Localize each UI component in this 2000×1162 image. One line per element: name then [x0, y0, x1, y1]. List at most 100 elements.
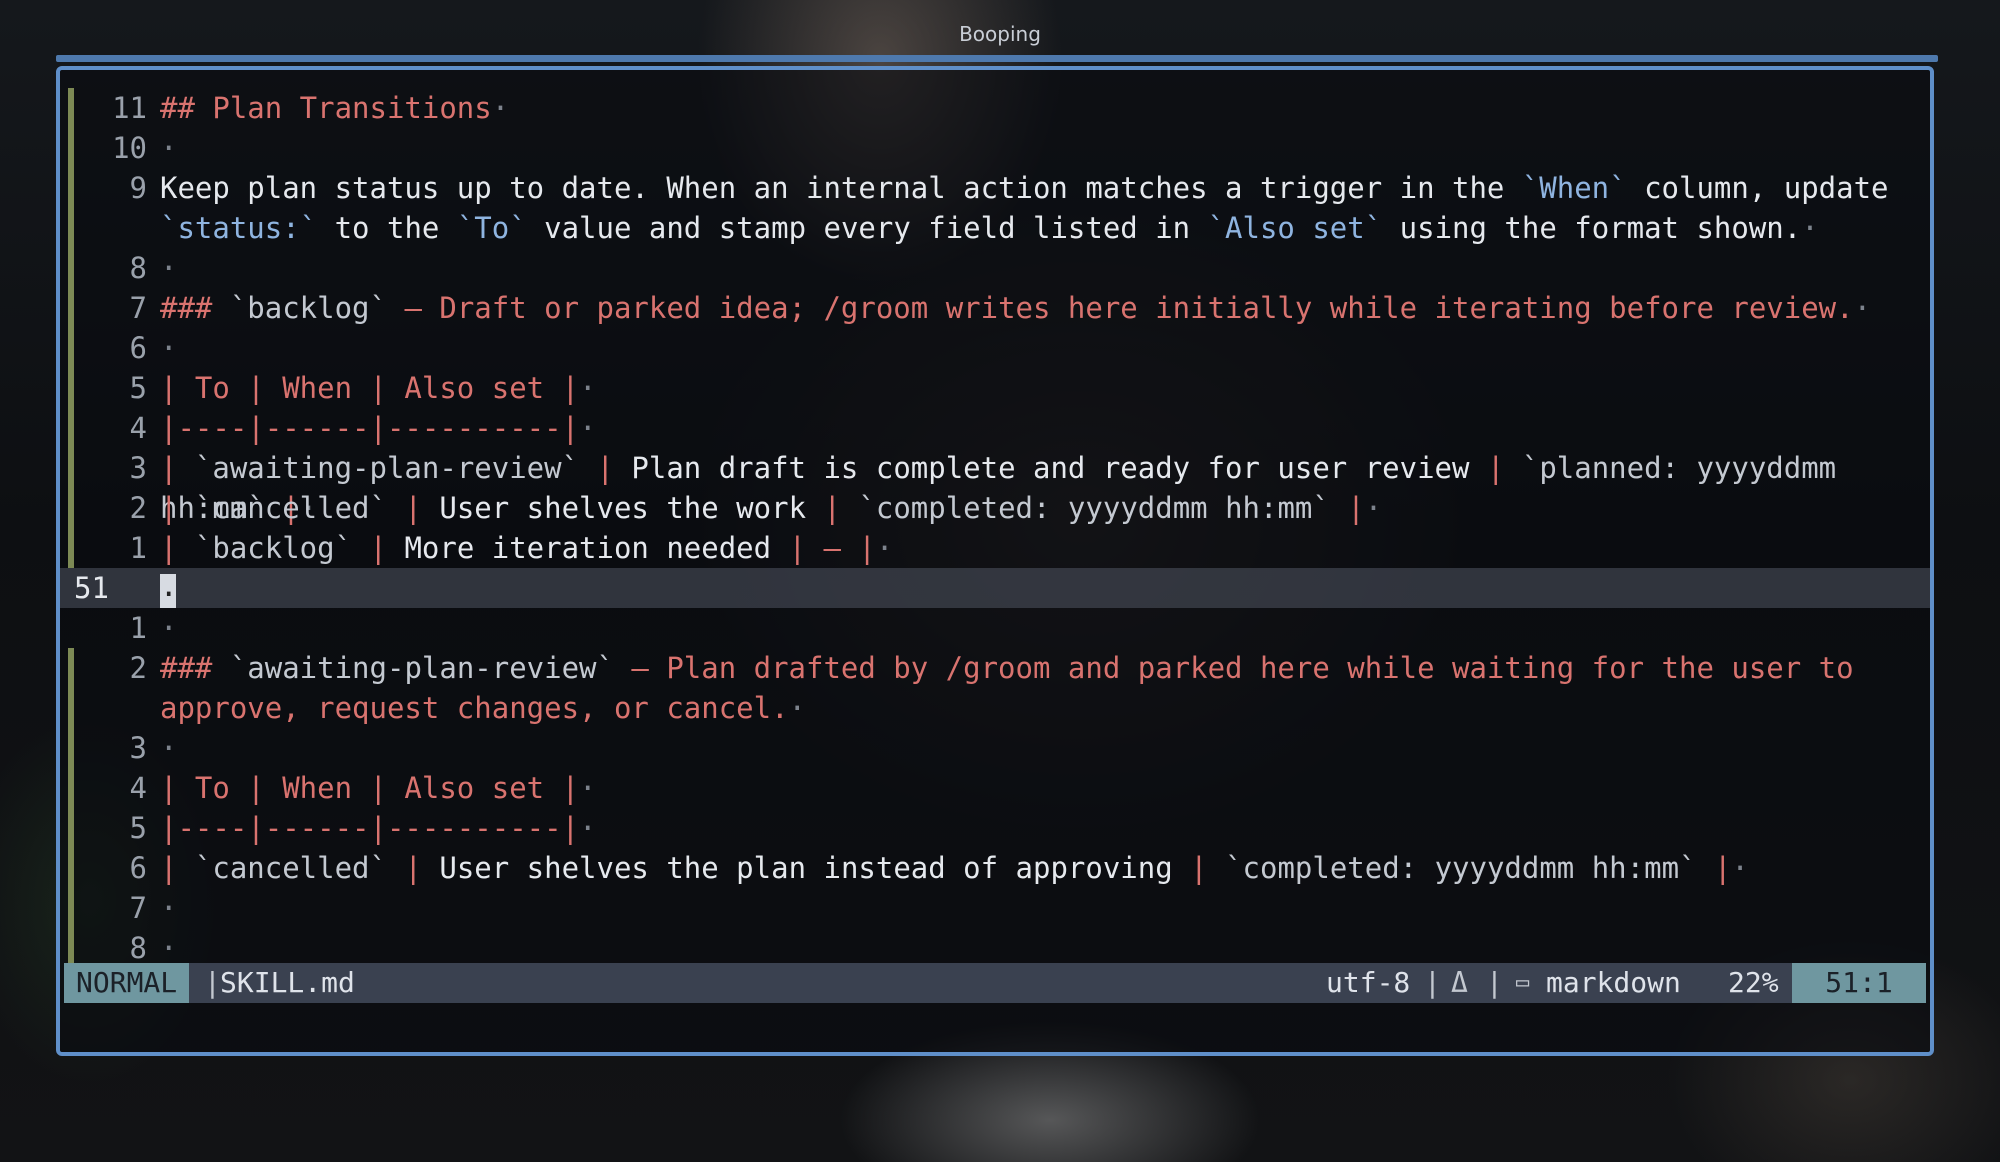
text-span: · — [579, 371, 597, 405]
editor-line[interactable]: 7 ### `backlog` — Draft or parked idea; /… — [60, 288, 1930, 328]
editor-line[interactable]: 2 | `cancelled` | User shelves the work |… — [60, 488, 1930, 528]
text-span: | To | When | Also set | — [160, 771, 580, 805]
editor-line[interactable]: 5 |----|------|----------|· — [60, 808, 1930, 848]
line-content[interactable]: | `cancelled` | User shelves the work | … — [160, 488, 1910, 528]
line-content[interactable]: ### `awaiting-plan-review` — Plan drafte… — [160, 648, 1910, 728]
line-content[interactable]: | To | When | Also set |· — [160, 368, 1910, 408]
terminal-window[interactable]: 11 ## Plan Transitions· 10 · 9 Keep plan stat… — [56, 66, 1934, 1056]
line-content[interactable]: |----|------|----------|· — [160, 408, 1910, 448]
current-line[interactable]: 51 · — [60, 568, 1930, 611]
line-number: 1 — [129, 531, 147, 565]
editor-buffer[interactable]: 11 ## Plan Transitions· 10 · 9 Keep plan stat… — [60, 88, 1930, 968]
line-content[interactable]: · — [160, 568, 1910, 611]
text-span: `When` — [1521, 171, 1627, 205]
statusline: NORMAL | SKILL.md utf-8 | Δ | ▭ markdown… — [64, 963, 1926, 1003]
text-span: column, update — [1626, 171, 1906, 205]
text-span: | — [160, 531, 195, 565]
line-content[interactable]: · — [160, 928, 1910, 968]
text-span: More iteration needed — [404, 531, 772, 565]
text-span: · — [160, 891, 178, 925]
editor-line[interactable]: 1 · — [60, 608, 1930, 648]
text-span: | To | When | Also set | — [160, 371, 580, 405]
text-span: User shelves the work — [439, 491, 807, 525]
editor-line[interactable]: 6 | `cancelled` | User shelves the plan i… — [60, 848, 1930, 888]
line-content[interactable]: | To | When | Also set |· — [160, 768, 1910, 808]
editor-line[interactable]: 2 ### `awaiting-plan-review` — Plan draft… — [60, 648, 1930, 728]
text-span: `backlog` — [229, 291, 387, 325]
line-number: 8 — [129, 251, 147, 285]
text-span: `status:` — [160, 211, 318, 245]
text-span: `cancelled` — [194, 851, 387, 885]
text-span: · — [1853, 291, 1872, 325]
text-span: Plan draft is complete and ready for use… — [631, 451, 1470, 485]
text-span: ## Plan Transitions — [160, 91, 492, 125]
line-number: 2 — [129, 491, 147, 525]
line-content[interactable]: | `cancelled` | User shelves the plan in… — [160, 848, 1910, 888]
file-type: markdown — [1546, 966, 1681, 999]
line-content[interactable]: · — [160, 248, 1910, 288]
text-span: | — [1696, 851, 1732, 885]
window-title: Booping — [959, 22, 1041, 46]
line-number: 1 — [129, 611, 147, 645]
text-span: `completed: yyyyddmm hh:mm` — [1225, 851, 1697, 885]
editor-line[interactable]: 7 · — [60, 888, 1930, 928]
file-name: SKILL.md — [220, 966, 355, 999]
text-span: `Also set` — [1207, 211, 1383, 245]
editor-line[interactable]: 4 | To | When | Also set |· — [60, 768, 1930, 808]
line-content[interactable]: · — [160, 888, 1910, 928]
line-number: 4 — [129, 411, 147, 445]
text-span: · — [160, 331, 178, 365]
text-span: `awaiting-plan-review` — [229, 651, 614, 685]
editor-line[interactable]: 8 · — [60, 928, 1930, 968]
text-span: · — [875, 531, 894, 565]
text-span: using the format shown. — [1382, 211, 1802, 245]
editor-line[interactable]: 3 · — [60, 728, 1930, 768]
line-number: 7 — [129, 291, 147, 325]
statusline-separator: | — [1424, 966, 1441, 999]
text-span: · — [160, 931, 178, 965]
scroll-percent: 22% — [1728, 966, 1779, 999]
text-span: | — [1469, 451, 1522, 485]
text-span: |----|------|----------| — [160, 411, 580, 445]
line-content[interactable]: | `backlog` | More iteration needed | — … — [160, 528, 1910, 568]
editor-line[interactable]: 6 · — [60, 328, 1930, 368]
text-span: |----|------|----------| — [160, 811, 580, 845]
text-span: | — [386, 851, 440, 885]
text-span: | — [1172, 851, 1226, 885]
line-content[interactable]: Keep plan status up to date. When an int… — [160, 168, 1910, 248]
editor-line[interactable]: 8 · — [60, 248, 1930, 288]
line-content[interactable]: · — [160, 728, 1910, 768]
line-number: 9 — [129, 171, 147, 205]
editor-line[interactable]: 4 |----|------|----------|· — [60, 408, 1930, 448]
editor-line[interactable]: 5 | To | When | Also set |· — [60, 368, 1930, 408]
text-span: · — [579, 811, 597, 845]
editor-line[interactable]: 9 Keep plan status up to date. When an in… — [60, 168, 1930, 248]
line-content[interactable]: · — [160, 128, 1910, 168]
text-span: `backlog` — [194, 531, 353, 565]
terminal-tab-bar[interactable] — [56, 55, 1938, 62]
editor-line[interactable]: 11 ## Plan Transitions· — [60, 88, 1930, 128]
line-number: 5 — [129, 371, 147, 405]
line-content[interactable]: ## Plan Transitions· — [160, 88, 1910, 128]
text-span: value and stamp every field listed in — [526, 211, 1208, 245]
editor-line[interactable]: 10 · — [60, 128, 1930, 168]
text-cursor: · — [160, 574, 177, 611]
text-span: | — [352, 531, 405, 565]
line-content[interactable]: ### `backlog` — Draft or parked idea; /g… — [160, 288, 1910, 328]
text-span: | — [806, 491, 859, 525]
text-span: — Draft or parked idea; /groom writes he… — [386, 291, 1854, 325]
text-span: · — [579, 771, 597, 805]
line-content[interactable]: · — [160, 328, 1910, 368]
line-content[interactable]: |----|------|----------|· — [160, 808, 1910, 848]
text-span: · — [1731, 851, 1749, 885]
text-span: ### — [160, 651, 230, 685]
file-encoding: utf-8 — [1326, 966, 1411, 999]
line-content[interactable]: · — [160, 608, 1910, 648]
statusline-separator: | — [204, 966, 221, 999]
text-span: | — [160, 851, 195, 885]
editor-line[interactable]: 1 | `backlog` | More iteration needed | —… — [60, 528, 1930, 568]
text-span: to the — [317, 211, 457, 245]
editor-line[interactable]: 3 | `awaiting-plan-review` | Plan draft i… — [60, 448, 1930, 525]
line-number: 4 — [129, 771, 147, 805]
text-span: | — | — [771, 531, 876, 565]
